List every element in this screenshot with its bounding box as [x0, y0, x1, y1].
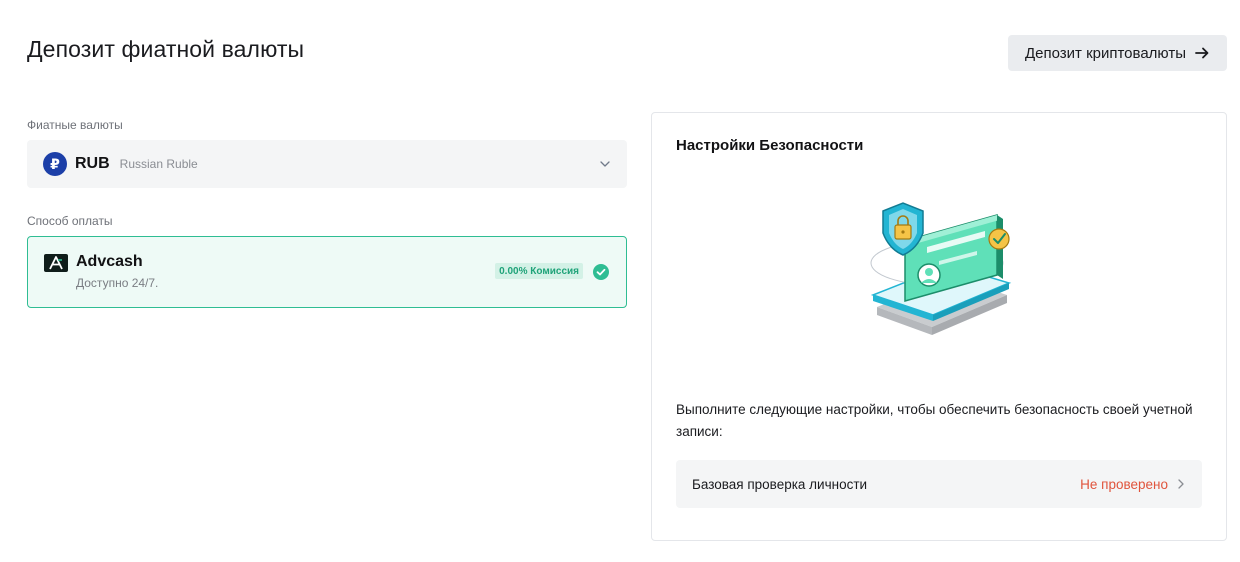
crypto-deposit-label: Депозит криптовалюты — [1024, 44, 1186, 62]
check-circle-icon — [593, 264, 609, 280]
page-title: Депозит фиатной валюты — [27, 36, 305, 62]
arrow-right-icon — [1195, 47, 1209, 59]
security-title: Настройки Безопасности — [676, 137, 864, 154]
advcash-logo — [44, 254, 68, 272]
payment-method-name: Advcash — [76, 253, 143, 270]
payment-method-availability: Доступно 24/7. — [76, 276, 159, 290]
chevron-right-icon — [1178, 479, 1184, 489]
ruble-icon: ₽ — [43, 152, 67, 176]
security-illustration — [870, 202, 1012, 335]
identity-verification-label: Базовая проверка личности — [692, 476, 868, 492]
identity-verification-row[interactable]: Базовая проверка личности Не проверено — [676, 460, 1202, 508]
currency-select[interactable]: ₽ RUB Russian Ruble — [27, 140, 627, 188]
crypto-deposit-button[interactable]: Депозит криптовалюты — [1008, 35, 1227, 71]
payment-method-advcash[interactable]: Advcash Доступно 24/7. 0.00% Комиссия — [27, 236, 627, 308]
security-settings-panel: Настройки Безопасности Выполните следующ — [651, 112, 1227, 541]
fiat-currency-label: Фиатные валюты — [27, 118, 123, 132]
currency-code: RUB — [75, 155, 110, 172]
security-description: Выполните следующие настройки, чтобы обе… — [676, 402, 1193, 439]
payment-method-label: Способ оплаты — [27, 214, 113, 228]
currency-name: Russian Ruble — [119, 157, 198, 171]
fee-badge: 0.00% Комиссия — [495, 263, 583, 279]
verification-status: Не проверено — [1080, 476, 1168, 492]
chevron-down-icon — [600, 161, 610, 167]
